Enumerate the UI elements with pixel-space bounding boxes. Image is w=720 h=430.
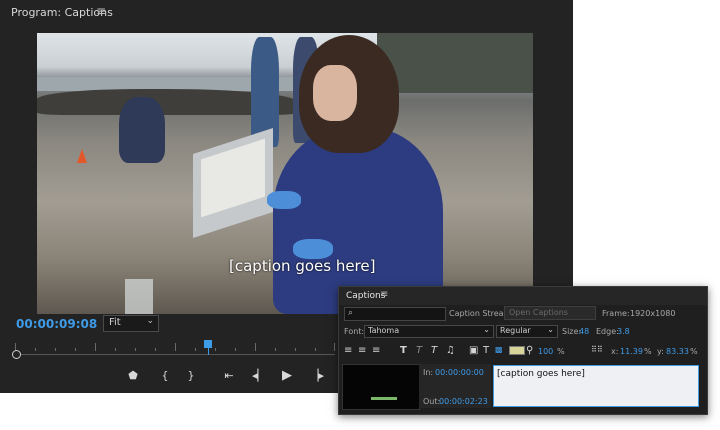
cone-left [77, 149, 87, 163]
size-value[interactable]: 48 [579, 327, 589, 336]
mark-out-icon[interactable]: } [182, 368, 200, 384]
test-tubes [125, 279, 153, 314]
go-to-in-icon[interactable]: ⇤ [220, 368, 238, 384]
captions-panel: Captions ≡ ⌕ Caption Stream: Open Captio… [338, 286, 708, 415]
edge-label: Edge: [596, 327, 619, 336]
x-value[interactable]: 11.39 [620, 347, 643, 356]
eyedropper-icon[interactable]: ⚲ [526, 345, 533, 356]
playhead[interactable] [204, 340, 212, 348]
music-note-icon[interactable]: ♫ [446, 345, 455, 356]
woman-face [313, 65, 357, 121]
glove-2 [293, 239, 333, 259]
play-icon[interactable]: ▶ [278, 368, 296, 384]
caption-thumbnail[interactable] [342, 364, 420, 410]
caption-stream-select[interactable]: Open Captions [504, 306, 596, 320]
video-frame: [caption goes here] [37, 33, 533, 314]
caption-in-out: In: 00:00:00:00 Out: 00:00:02:23 [419, 364, 491, 408]
chevron-down-icon: ⌄ [483, 325, 490, 334]
fill-color-icon[interactable]: ▩ [495, 345, 503, 354]
hamburger-icon[interactable]: ≡ [380, 289, 388, 300]
fit-value: Fit [109, 317, 121, 328]
bold-icon[interactable]: T [400, 345, 407, 356]
playhead-timecode[interactable]: 00:00:09:08 [16, 317, 97, 331]
x-label: x: [611, 347, 619, 356]
thumbnail-caption-bar [371, 397, 397, 400]
search-icon: ⌕ [348, 308, 354, 318]
search-input[interactable]: ⌕ [344, 307, 446, 321]
chevron-down-icon: ⌄ [146, 316, 154, 326]
font-value: Tahoma [368, 326, 400, 335]
italic-icon[interactable]: T [416, 345, 422, 356]
position-grid-icon[interactable]: ⠿⠿ [591, 345, 603, 354]
color-swatch[interactable] [509, 346, 525, 355]
video-caption: [caption goes here] [229, 257, 376, 275]
align-left-icon[interactable]: ≡ [344, 345, 352, 356]
captions-tabbar: Captions ≡ [339, 287, 707, 305]
opacity-value[interactable]: 100 [538, 347, 553, 356]
far-trees [377, 33, 533, 93]
marker-icon[interactable]: ⬟ [124, 368, 142, 384]
x-percent: % [644, 347, 652, 356]
hamburger-icon[interactable]: ≡ [96, 4, 106, 18]
y-value[interactable]: 83.33 [666, 347, 689, 356]
chevron-down-icon: ⌄ [547, 325, 554, 334]
edge-value[interactable]: 3.8 [617, 327, 630, 336]
faux-italic-icon[interactable]: T [431, 345, 437, 356]
opacity-percent: % [557, 347, 565, 356]
time-ruler[interactable] [15, 343, 335, 351]
fit-select[interactable]: Fit ⌄ [103, 315, 159, 332]
caption-stream-value: Open Captions [509, 308, 568, 317]
in-label: In: [423, 368, 434, 377]
out-value[interactable]: 00:00:02:23 [439, 397, 488, 406]
font-style-value: Regular [500, 326, 531, 335]
caption-text-field[interactable]: [caption goes here] [493, 365, 699, 407]
text-color-icon[interactable]: T [483, 345, 489, 356]
zoom-track[interactable] [15, 354, 335, 355]
crouching-person [119, 97, 165, 163]
align-right-icon[interactable]: ≡ [372, 345, 380, 356]
step-forward-icon[interactable]: ▕▸ [308, 368, 326, 384]
frame-label: Frame: [602, 309, 630, 318]
background-box-icon[interactable]: ▣ [469, 345, 478, 356]
zoom-handle[interactable] [12, 350, 21, 359]
out-label: Out: [423, 397, 441, 406]
font-style-select[interactable]: Regular ⌄ [496, 325, 558, 338]
caption-text: [caption goes here] [497, 369, 585, 379]
monitor-header: Program: Captions ≡ [0, 0, 573, 24]
font-select[interactable]: Tahoma ⌄ [364, 325, 494, 338]
glove [267, 191, 301, 209]
mark-in-icon[interactable]: { [156, 368, 174, 384]
step-back-icon[interactable]: ◂▏ [250, 368, 268, 384]
y-label: y: [657, 347, 664, 356]
font-label: Font: [344, 327, 365, 336]
in-value[interactable]: 00:00:00:00 [435, 368, 484, 377]
align-center-icon[interactable]: ≡ [358, 345, 366, 356]
y-percent: % [690, 347, 698, 356]
playhead-line [208, 348, 209, 355]
frame-value: 1920x1080 [630, 309, 676, 318]
